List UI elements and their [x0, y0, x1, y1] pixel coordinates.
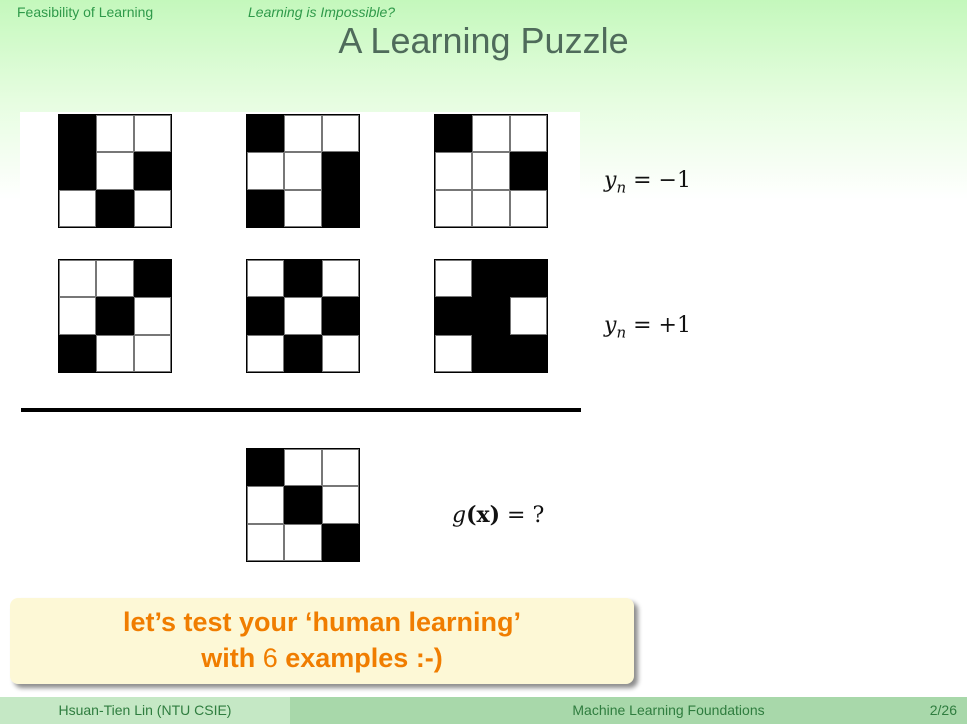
training-grid [434, 114, 548, 228]
black-cell [59, 115, 97, 153]
white-cell [435, 189, 473, 227]
white-cell [284, 297, 322, 335]
black-cell [96, 189, 134, 227]
training-grid [434, 259, 548, 373]
black-cell [321, 297, 359, 335]
white-cell [133, 115, 171, 153]
white-cell [247, 152, 285, 190]
white-cell [247, 334, 285, 372]
black-cell [247, 115, 285, 153]
white-cell [321, 115, 359, 153]
nav-subsection-link[interactable]: Learning is Impossible? [248, 4, 395, 20]
white-cell [96, 115, 134, 153]
white-cell [321, 449, 359, 487]
black-cell [509, 334, 547, 372]
nav-section-link[interactable]: Feasibility of Learning [17, 4, 153, 20]
white-cell [247, 523, 285, 561]
white-cell [435, 260, 473, 298]
black-cell [321, 152, 359, 190]
white-cell [321, 334, 359, 372]
black-cell [133, 260, 171, 298]
white-cell [284, 115, 322, 153]
white-cell [509, 189, 547, 227]
white-cell [284, 449, 322, 487]
white-cell [59, 189, 97, 227]
slide-title: A Learning Puzzle [338, 20, 629, 61]
white-cell [247, 486, 285, 524]
test-grid [246, 448, 360, 562]
white-cell [321, 486, 359, 524]
white-cell [96, 152, 134, 190]
label-sub: n [616, 178, 627, 197]
footer-course: Machine Learning Foundations [290, 697, 907, 724]
training-grid [246, 114, 360, 228]
divider-line [21, 408, 581, 412]
white-cell [284, 523, 322, 561]
footer-author: Hsuan-Tien Lin (NTU CSIE) [0, 697, 290, 724]
callout-line-2: with 6 examples :-) [10, 640, 634, 676]
black-cell [472, 260, 510, 298]
callout-line-1: let’s test your ‘human learning’ [122, 607, 522, 637]
white-cell [59, 297, 97, 335]
label-func: g [452, 503, 467, 528]
footer-page-number: 2/26 [907, 697, 967, 724]
white-cell [509, 115, 547, 153]
white-cell [59, 260, 97, 298]
white-cell [284, 152, 322, 190]
white-cell [133, 334, 171, 372]
label-arg: (x) [466, 502, 501, 528]
black-cell [435, 297, 473, 335]
black-cell [284, 486, 322, 524]
footer: Hsuan-Tien Lin (NTU CSIE) Machine Learni… [0, 697, 967, 724]
white-cell [133, 189, 171, 227]
training-grid [58, 114, 172, 228]
white-cell [284, 189, 322, 227]
label-negative: yn = −1 [604, 168, 691, 196]
white-cell [247, 260, 285, 298]
callout-text: with [201, 643, 263, 673]
black-cell [284, 334, 322, 372]
white-cell [509, 297, 547, 335]
black-cell [472, 297, 510, 335]
black-cell [96, 297, 134, 335]
label-value: = ? [507, 503, 545, 528]
black-cell [59, 334, 97, 372]
black-cell [247, 189, 285, 227]
black-cell [247, 297, 285, 335]
label-value: = +1 [633, 313, 691, 338]
white-cell [472, 115, 510, 153]
training-grid [58, 259, 172, 373]
white-cell [133, 297, 171, 335]
callout-text: examples :-) [277, 643, 443, 673]
label-sub: n [616, 323, 627, 342]
black-cell [435, 115, 473, 153]
label-test-question: g(x) = ? [452, 502, 544, 528]
label-var: y [604, 168, 617, 193]
black-cell [509, 260, 547, 298]
black-cell [133, 152, 171, 190]
black-cell [321, 189, 359, 227]
white-cell [435, 334, 473, 372]
black-cell [509, 152, 547, 190]
black-cell [59, 152, 97, 190]
label-var: y [604, 313, 617, 338]
white-cell [435, 152, 473, 190]
label-value: = −1 [633, 168, 691, 193]
black-cell [284, 260, 322, 298]
white-cell [472, 152, 510, 190]
white-cell [321, 260, 359, 298]
white-cell [472, 189, 510, 227]
training-grid [246, 259, 360, 373]
black-cell [321, 523, 359, 561]
white-cell [96, 260, 134, 298]
white-cell [96, 334, 134, 372]
callout-number: 6 [262, 643, 278, 673]
label-positive: yn = +1 [604, 313, 691, 341]
black-cell [247, 449, 285, 487]
black-cell [472, 334, 510, 372]
callout-box: let’s test your ‘human learning’ with 6 … [10, 598, 634, 684]
